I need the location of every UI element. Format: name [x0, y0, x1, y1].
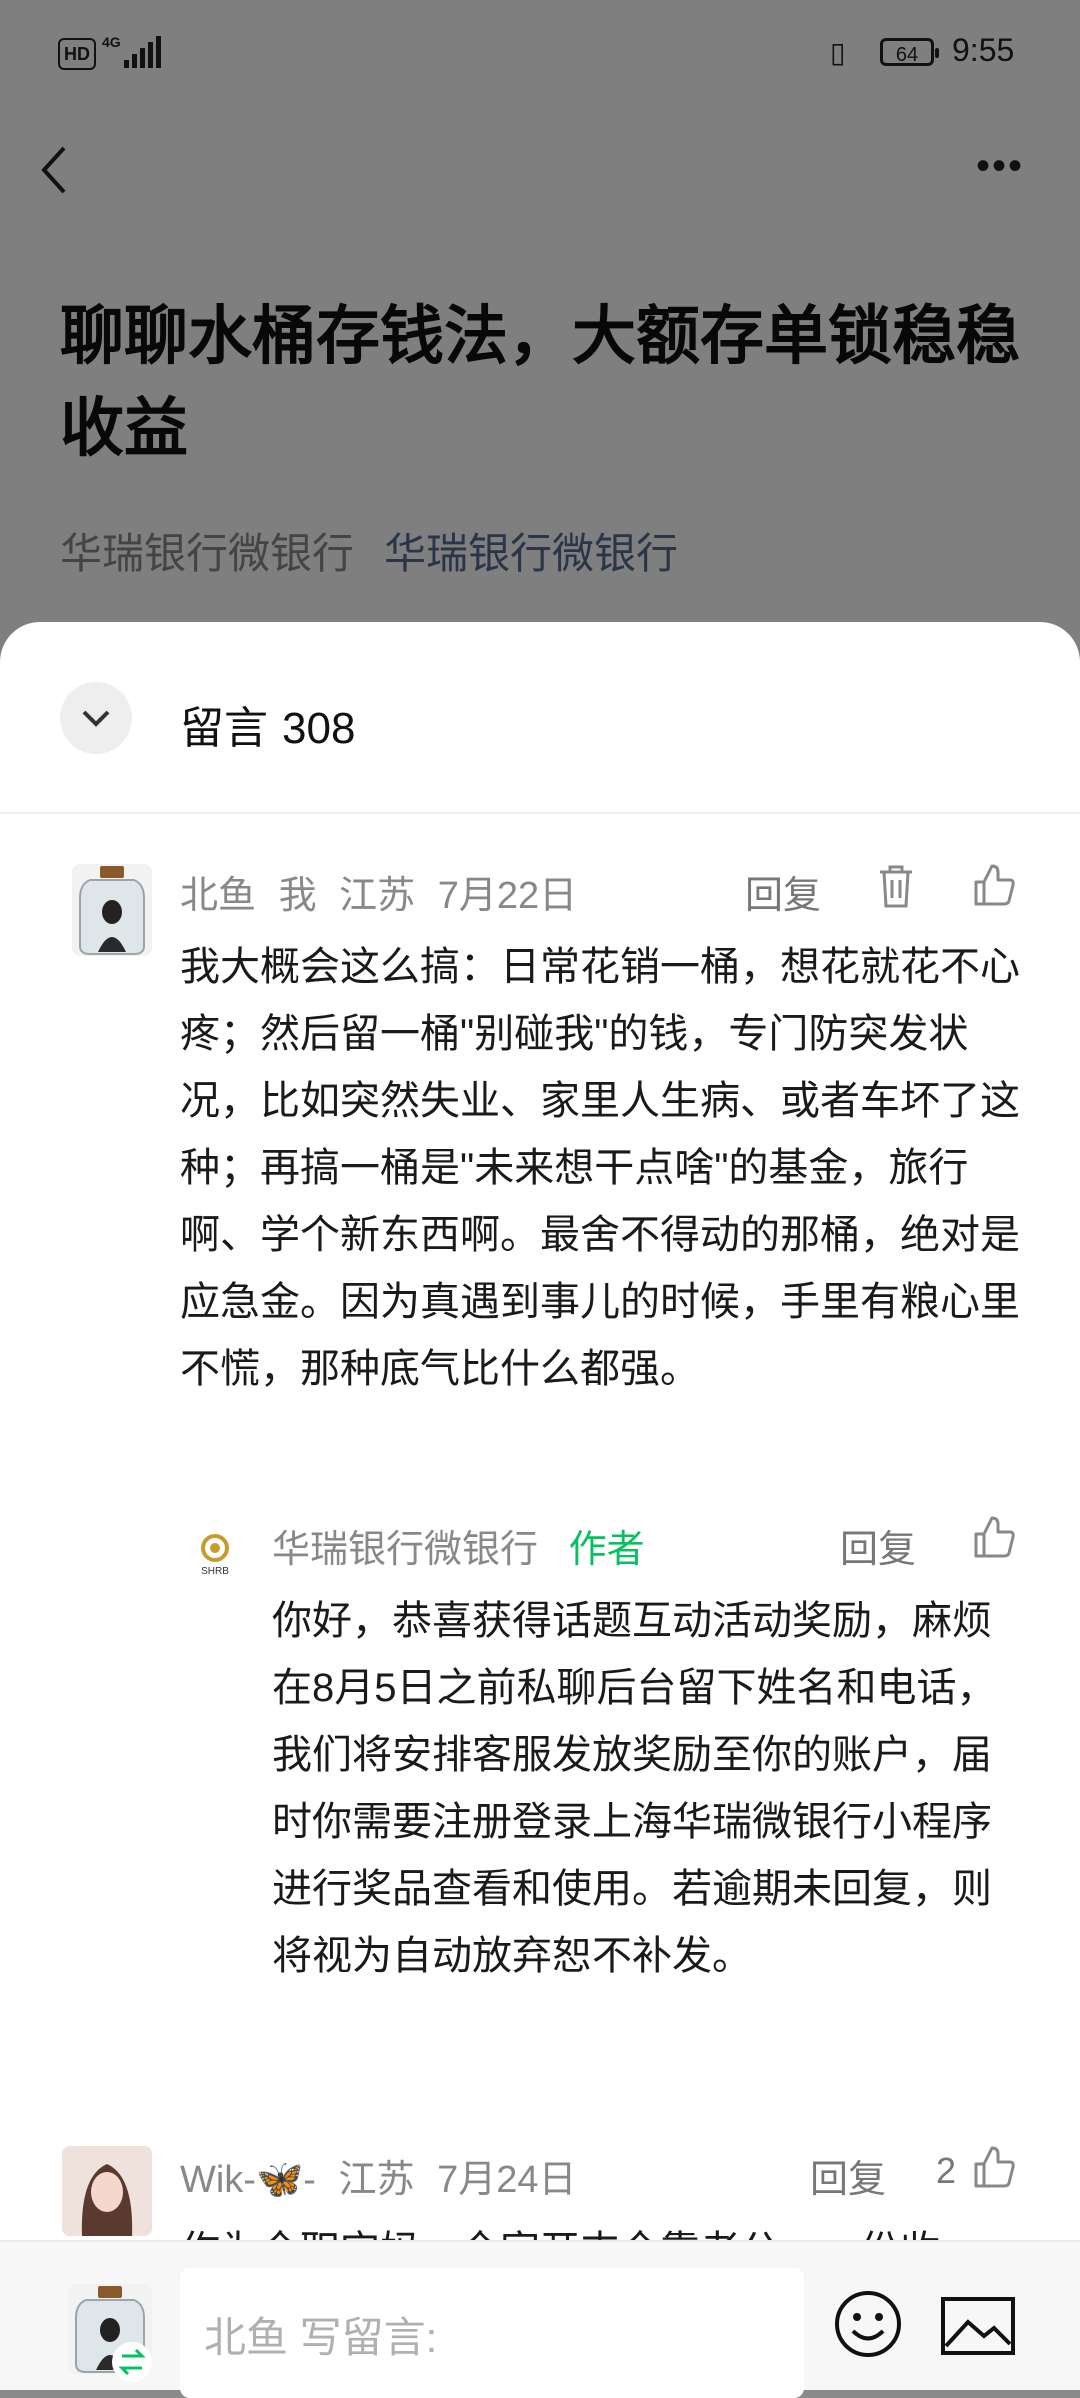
comment-date: 7月24日 — [437, 2159, 577, 2201]
chevron-down-icon — [82, 710, 110, 727]
dim-overlay[interactable] — [0, 0, 1080, 700]
comments-header: 留言 308 — [0, 622, 1080, 814]
emoji-icon[interactable] — [832, 2288, 904, 2360]
compose-bar: 北鱼 写留言: — [0, 2240, 1080, 2398]
avatar[interactable] — [72, 864, 152, 956]
image-icon[interactable] — [940, 2296, 1016, 2356]
comments-sheet: 留言 308 北鱼 我 江苏 7月22日 回复 我大概会这么搞：日常花销一桶，想花… — [0, 622, 1080, 2388]
comments-label: 留言 — [180, 704, 268, 753]
delete-icon[interactable] — [876, 864, 916, 910]
like-count: 2 — [936, 2150, 957, 2191]
collapse-button[interactable] — [60, 682, 132, 754]
like-icon[interactable] — [972, 862, 1016, 908]
comment-text: 我大概会这么搞：日常花销一桶，想花就花不心疼；然后留一桶"别碰我"的钱，专门防突… — [180, 945, 1020, 1391]
me-tag: 我 — [278, 875, 317, 917]
comments-title: 留言 308 — [180, 692, 355, 756]
comment-author: 北鱼 我 江苏 7月22日 — [180, 864, 577, 919]
comment-input[interactable]: 北鱼 写留言: — [180, 2268, 804, 2398]
reply-button[interactable]: 回复 — [745, 864, 821, 919]
reply-user[interactable]: 华瑞银行微银行 — [272, 1529, 538, 1571]
switch-account-icon[interactable] — [112, 2342, 152, 2382]
comments-count: 308 — [282, 704, 356, 753]
like-icon[interactable] — [972, 2144, 1016, 2190]
author-avatar[interactable]: SHRB — [180, 1522, 250, 1592]
comment-date: 7月22日 — [437, 875, 578, 917]
comment-location: 江苏 — [338, 2159, 415, 2201]
author-badge: 作者 — [568, 1529, 645, 1571]
reply-text: 你好，恭喜获得话题互动活动奖励，麻烦在8月5日之前私聊后台留下姓名和电话，我们将… — [272, 1599, 997, 1978]
reply-to-reply-button[interactable]: 回复 — [840, 1518, 916, 1573]
comment-input-placeholder: 北鱼 写留言: — [204, 2314, 438, 2361]
reply-author: 华瑞银行微银行 作者 — [272, 1518, 645, 1573]
comment-location: 江苏 — [339, 875, 416, 917]
comment-user[interactable]: Wik-🦋- — [180, 2159, 316, 2201]
avatar[interactable] — [62, 2146, 152, 2236]
reply-button[interactable]: 回复 — [810, 2148, 886, 2203]
author-logo-text: SHRB — [201, 1566, 229, 1577]
comment-user[interactable]: 北鱼 — [180, 875, 256, 917]
like-icon[interactable] — [972, 1514, 1016, 1560]
comment-author: Wik-🦋- 江苏 7月24日 — [180, 2148, 576, 2203]
